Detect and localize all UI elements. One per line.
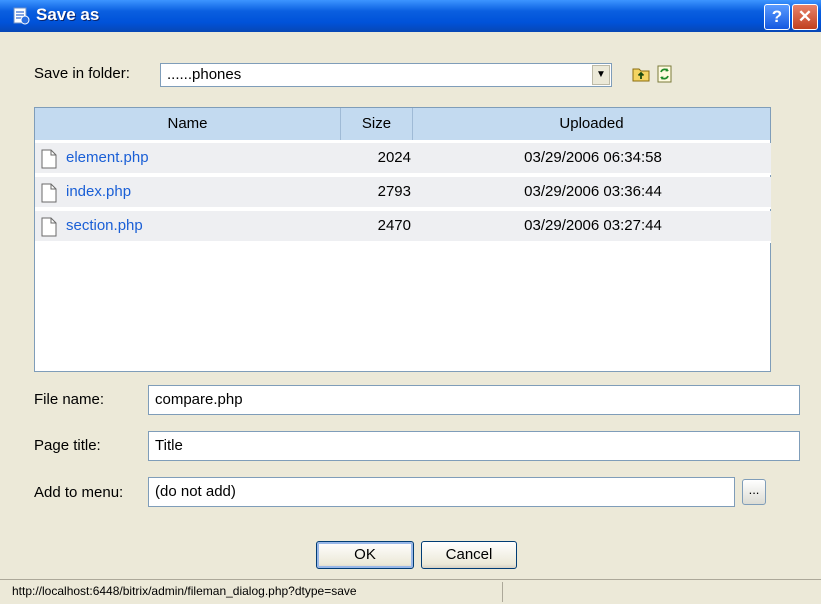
table-row[interactable]: element.php 2024 03/29/2006 06:34:58 — [35, 143, 771, 175]
file-size: 2024 — [377, 149, 411, 166]
file-uploaded: 03/29/2006 03:36:44 — [524, 183, 662, 200]
column-header-name[interactable]: Name — [35, 108, 341, 140]
file-list[interactable]: Name Size Uploaded element.php 2024 03/2… — [34, 107, 771, 372]
window-title: Save as — [36, 5, 100, 24]
table-row[interactable]: section.php 2470 03/29/2006 03:27:44 — [35, 211, 771, 243]
column-header-uploaded[interactable]: Uploaded — [413, 108, 770, 140]
folder-up-icon[interactable] — [632, 65, 650, 83]
file-icon — [41, 149, 57, 169]
status-divider — [502, 582, 503, 602]
status-url: http://localhost:6448/bitrix/admin/filem… — [12, 584, 357, 598]
add-to-menu-label: Add to menu: — [34, 484, 124, 501]
window-app-icon — [13, 7, 30, 25]
close-button[interactable]: ✕ — [792, 4, 818, 30]
browse-menu-button[interactable]: ... — [742, 479, 766, 505]
file-name[interactable]: index.php — [66, 177, 131, 207]
column-header-size[interactable]: Size — [341, 108, 413, 140]
table-row[interactable]: index.php 2793 03/29/2006 03:36:44 — [35, 177, 771, 209]
page-title-field[interactable]: Title — [148, 431, 800, 461]
file-size: 2470 — [377, 217, 411, 234]
save-in-folder-label: Save in folder: — [34, 65, 130, 82]
add-to-menu-field[interactable]: (do not add) — [148, 477, 735, 507]
file-uploaded: 03/29/2006 03:27:44 — [524, 217, 662, 234]
file-icon — [41, 183, 57, 203]
folder-select[interactable]: ......phones ▼ — [160, 63, 612, 87]
status-bar: http://localhost:6448/bitrix/admin/filem… — [0, 579, 821, 604]
file-size: 2793 — [377, 183, 411, 200]
file-name-label: File name: — [34, 391, 105, 408]
folder-select-value: ......phones — [167, 66, 242, 83]
file-icon — [41, 217, 57, 237]
file-name-field[interactable]: compare.php — [148, 385, 800, 415]
title-bar[interactable]: Save as ? ✕ — [0, 0, 821, 32]
file-name[interactable]: section.php — [66, 211, 143, 241]
refresh-icon[interactable] — [656, 65, 674, 83]
ok-button[interactable]: OK — [316, 541, 414, 569]
cancel-button[interactable]: Cancel — [421, 541, 517, 569]
file-name[interactable]: element.php — [66, 143, 149, 173]
file-uploaded: 03/29/2006 06:34:58 — [524, 149, 662, 166]
page-title-label: Page title: — [34, 437, 101, 454]
help-button[interactable]: ? — [764, 4, 790, 30]
save-as-dialog: Save as ? ✕ Save in folder: ......phones… — [0, 0, 821, 604]
chevron-down-icon[interactable]: ▼ — [592, 65, 610, 85]
